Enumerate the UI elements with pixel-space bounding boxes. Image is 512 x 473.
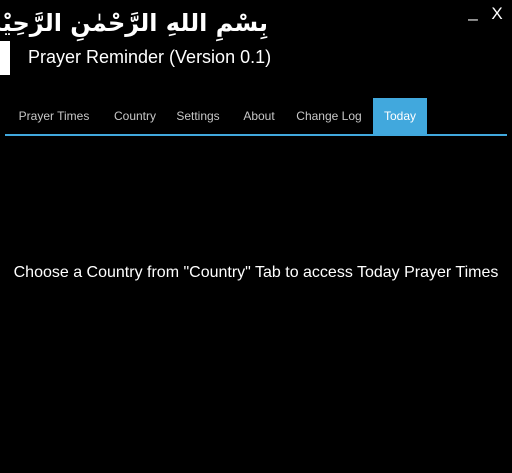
today-panel: Choose a Country from "Country" Tab to a… [0, 138, 512, 473]
tab-about[interactable]: About [235, 98, 283, 134]
minimize-button[interactable]: _ [464, 2, 482, 22]
tab-prayer-times[interactable]: Prayer Times [13, 98, 95, 134]
header: بِسْمِ اللهِ الرَّحْمٰنِ الرَّحِيْمِ Pra… [0, 0, 512, 96]
close-button[interactable]: X [488, 4, 506, 24]
tab-country[interactable]: Country [107, 98, 163, 134]
tab-bar: Prayer Times Country Settings About Chan… [0, 97, 512, 137]
tab-underline [5, 134, 507, 136]
bismillah-calligraphy: بِسْمِ اللهِ الرَّحْمٰنِ الرَّحِيْمِ [0, 9, 268, 37]
title-accent-bar [0, 41, 10, 75]
tab-change-log[interactable]: Change Log [291, 98, 367, 134]
app-title: Prayer Reminder (Version 0.1) [28, 47, 272, 67]
info-message: Choose a Country from "Country" Tab to a… [13, 264, 499, 281]
tab-today[interactable]: Today [373, 98, 427, 134]
app-window: بِسْمِ اللهِ الرَّحْمٰنِ الرَّحِيْمِ Pra… [0, 0, 512, 473]
tab-settings[interactable]: Settings [170, 98, 226, 134]
